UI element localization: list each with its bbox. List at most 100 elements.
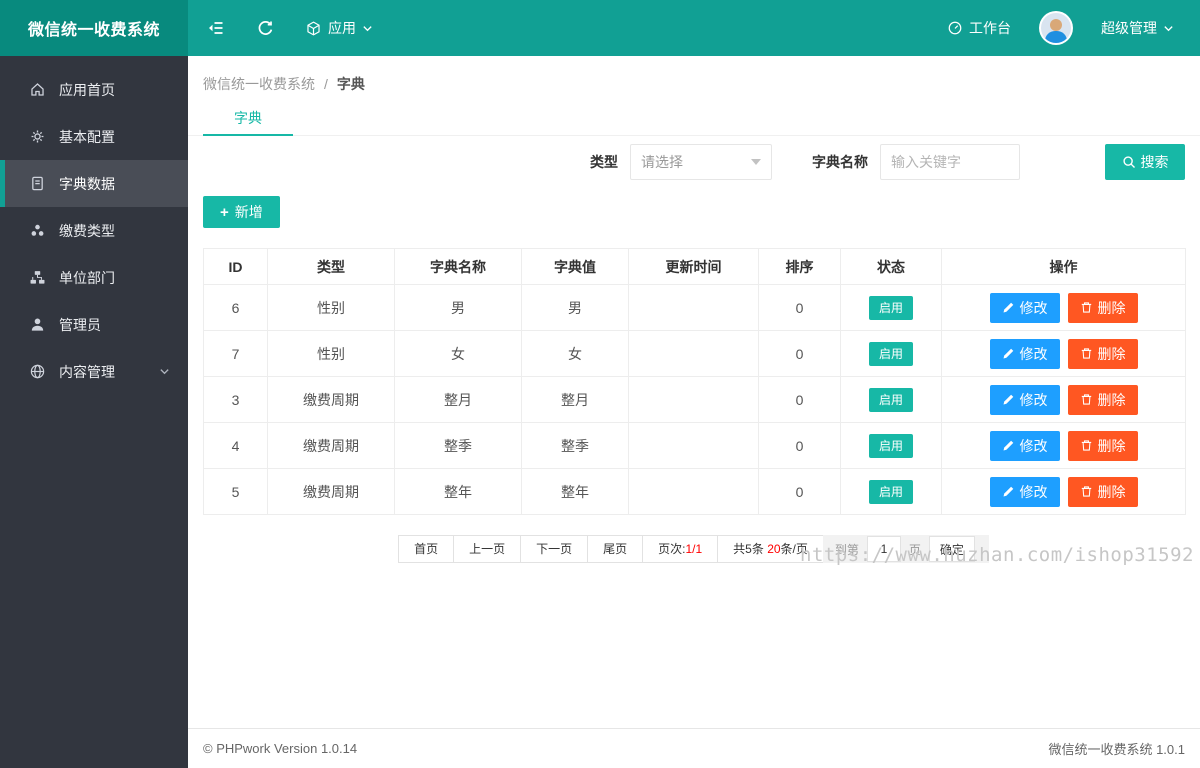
search-form: 类型 请选择 字典名称 搜索 (188, 144, 1200, 180)
cell-status: 启用 (840, 376, 942, 423)
col-value: 字典值 (521, 248, 629, 285)
app-title: 微信统一收费系统 (0, 0, 188, 56)
table-header-row: ID 类型 字典名称 字典值 更新时间 排序 状态 操作 (203, 248, 1186, 285)
sidebar-item-label: 管理员 (59, 316, 101, 333)
table-row: 5 缴费周期 整年 整年 0 启用 修改 删除 (203, 468, 1186, 515)
delete-button[interactable]: 删除 (1067, 384, 1138, 415)
trash-icon (1081, 348, 1091, 359)
cell-updated (628, 422, 759, 469)
breadcrumb-parent[interactable]: 微信统一收费系统 (203, 76, 315, 92)
type-select[interactable]: 请选择 (630, 144, 772, 180)
edit-button[interactable]: 修改 (989, 338, 1060, 369)
trash-icon (1081, 302, 1091, 313)
add-button[interactable]: + 新增 (203, 196, 280, 228)
sidebar-item-dictionary[interactable]: 字典数据 (0, 160, 188, 207)
sidebar-item-label: 缴费类型 (59, 222, 115, 239)
breadcrumb-separator: / (324, 76, 328, 92)
cell-status: 启用 (840, 422, 942, 469)
app-menu-label: 应用 (328, 20, 356, 36)
pagination-skip: 到第 页确定 (822, 535, 989, 563)
top-bar: 微信统一收费系统 应用 工作台 超级管理 (0, 0, 1200, 56)
sidebar-item-label: 基本配置 (59, 128, 115, 145)
table-row: 6 性别男男 0 启用 修改 删除 (203, 284, 1186, 331)
footer-copyright: © PHPwork Version 1.0.14 (203, 741, 358, 756)
search-button[interactable]: 搜索 (1105, 144, 1185, 180)
user-icon (28, 316, 46, 333)
cell-sort: 0 (758, 376, 841, 423)
status-badge[interactable]: 启用 (868, 433, 913, 458)
cell-sort: 0 (758, 468, 841, 515)
cell-name: 整年 (394, 468, 522, 515)
cell-value: 整年 (521, 468, 629, 515)
dict-table-wrap: ID 类型 字典名称 字典值 更新时间 排序 状态 操作 6 性别男男 0 启用 修改删… (203, 248, 1186, 515)
sidebar-item-label: 字典数据 (59, 175, 115, 192)
pencil-icon (1003, 486, 1013, 497)
chevron-down-icon (363, 25, 372, 31)
collapse-menu-icon[interactable] (206, 18, 226, 38)
delete-button[interactable]: 删除 (1067, 430, 1138, 461)
cell-sort: 0 (758, 284, 841, 331)
workspace-link[interactable]: 工作台 (947, 18, 1011, 38)
user-menu[interactable]: 超级管理 (1101, 18, 1174, 38)
footer-version: 微信统一收费系统 1.0.1 (1048, 742, 1185, 757)
cube-icon (307, 20, 320, 36)
cell-status: 启用 (840, 468, 942, 515)
sidebar-item-fee-type[interactable]: 缴费类型 (0, 207, 188, 254)
refresh-icon[interactable] (256, 19, 275, 38)
status-badge[interactable]: 启用 (868, 479, 913, 504)
edit-button[interactable]: 修改 (989, 430, 1060, 461)
cell-updated (628, 468, 759, 515)
status-badge[interactable]: 启用 (868, 387, 913, 412)
dashboard-icon (948, 21, 962, 35)
user-label: 超级管理 (1101, 20, 1157, 36)
sidebar-item-config[interactable]: 基本配置 (0, 113, 188, 160)
home-icon (28, 81, 46, 98)
edit-button[interactable]: 修改 (989, 292, 1060, 323)
delete-button[interactable]: 删除 (1067, 292, 1138, 323)
dict-name-input[interactable] (880, 144, 1020, 180)
pencil-icon (1003, 440, 1013, 451)
cell-value: 女 (521, 330, 629, 377)
tab-dictionary[interactable]: 字典 (203, 100, 293, 136)
status-badge[interactable]: 启用 (868, 295, 913, 320)
main-content: 微信统一收费系统 / 字典 字典 类型 请选择 字典名称 搜索 + 新增 (188, 56, 1200, 768)
pagination-last[interactable]: 尾页 (587, 535, 644, 563)
sidebar-item-department[interactable]: 单位部门 (0, 254, 188, 301)
pencil-icon (1003, 394, 1013, 405)
avatar[interactable] (1039, 11, 1073, 45)
status-badge[interactable]: 启用 (868, 341, 913, 366)
pagination-total[interactable]: 共5条 20条/页 (717, 535, 824, 563)
select-caret-icon (751, 159, 761, 165)
skip-page-input[interactable] (866, 536, 901, 562)
trash-icon (1081, 440, 1091, 451)
footer: © PHPwork Version 1.0.14 微信统一收费系统 1.0.1 (188, 728, 1200, 768)
cell-actions: 修改 删除 (941, 284, 1186, 331)
cell-value: 男 (521, 284, 629, 331)
sidebar-item-label: 内容管理 (59, 363, 115, 380)
cell-id: 4 (203, 422, 268, 469)
type-label: 类型 (590, 154, 618, 170)
delete-button[interactable]: 删除 (1067, 338, 1138, 369)
edit-button[interactable]: 修改 (989, 384, 1060, 415)
sidebar-item-home[interactable]: 应用首页 (0, 66, 188, 113)
app-menu[interactable]: 应用 (305, 18, 373, 38)
col-type: 类型 (267, 248, 395, 285)
sidebar-item-admin[interactable]: 管理员 (0, 301, 188, 348)
sidebar: 应用首页 基本配置 字典数据 缴费类型 单位部门 管理员 内容管理 (0, 56, 188, 768)
pagination: 首页上一页下一页尾页页次:1/1共5条 20条/页到第 页确定 (188, 535, 1200, 563)
pencil-icon (1003, 348, 1013, 359)
chevron-down-icon (159, 366, 170, 377)
dictionary-icon (28, 175, 46, 192)
pagination-prev[interactable]: 上一页 (453, 535, 522, 563)
pagination-confirm-button[interactable]: 确定 (928, 536, 975, 562)
pagination-first[interactable]: 首页 (398, 535, 455, 563)
pencil-icon (1003, 302, 1013, 313)
delete-button[interactable]: 删除 (1067, 476, 1138, 507)
dict-table: ID 类型 字典名称 字典值 更新时间 排序 状态 操作 6 性别男男 0 启用 修改删… (203, 248, 1186, 515)
pagination-next[interactable]: 下一页 (520, 535, 589, 563)
cell-actions: 修改 删除 (941, 422, 1186, 469)
edit-button[interactable]: 修改 (989, 476, 1060, 507)
cell-type: 缴费周期 (267, 468, 395, 515)
cell-updated (628, 330, 759, 377)
sidebar-item-content[interactable]: 内容管理 (0, 348, 188, 395)
